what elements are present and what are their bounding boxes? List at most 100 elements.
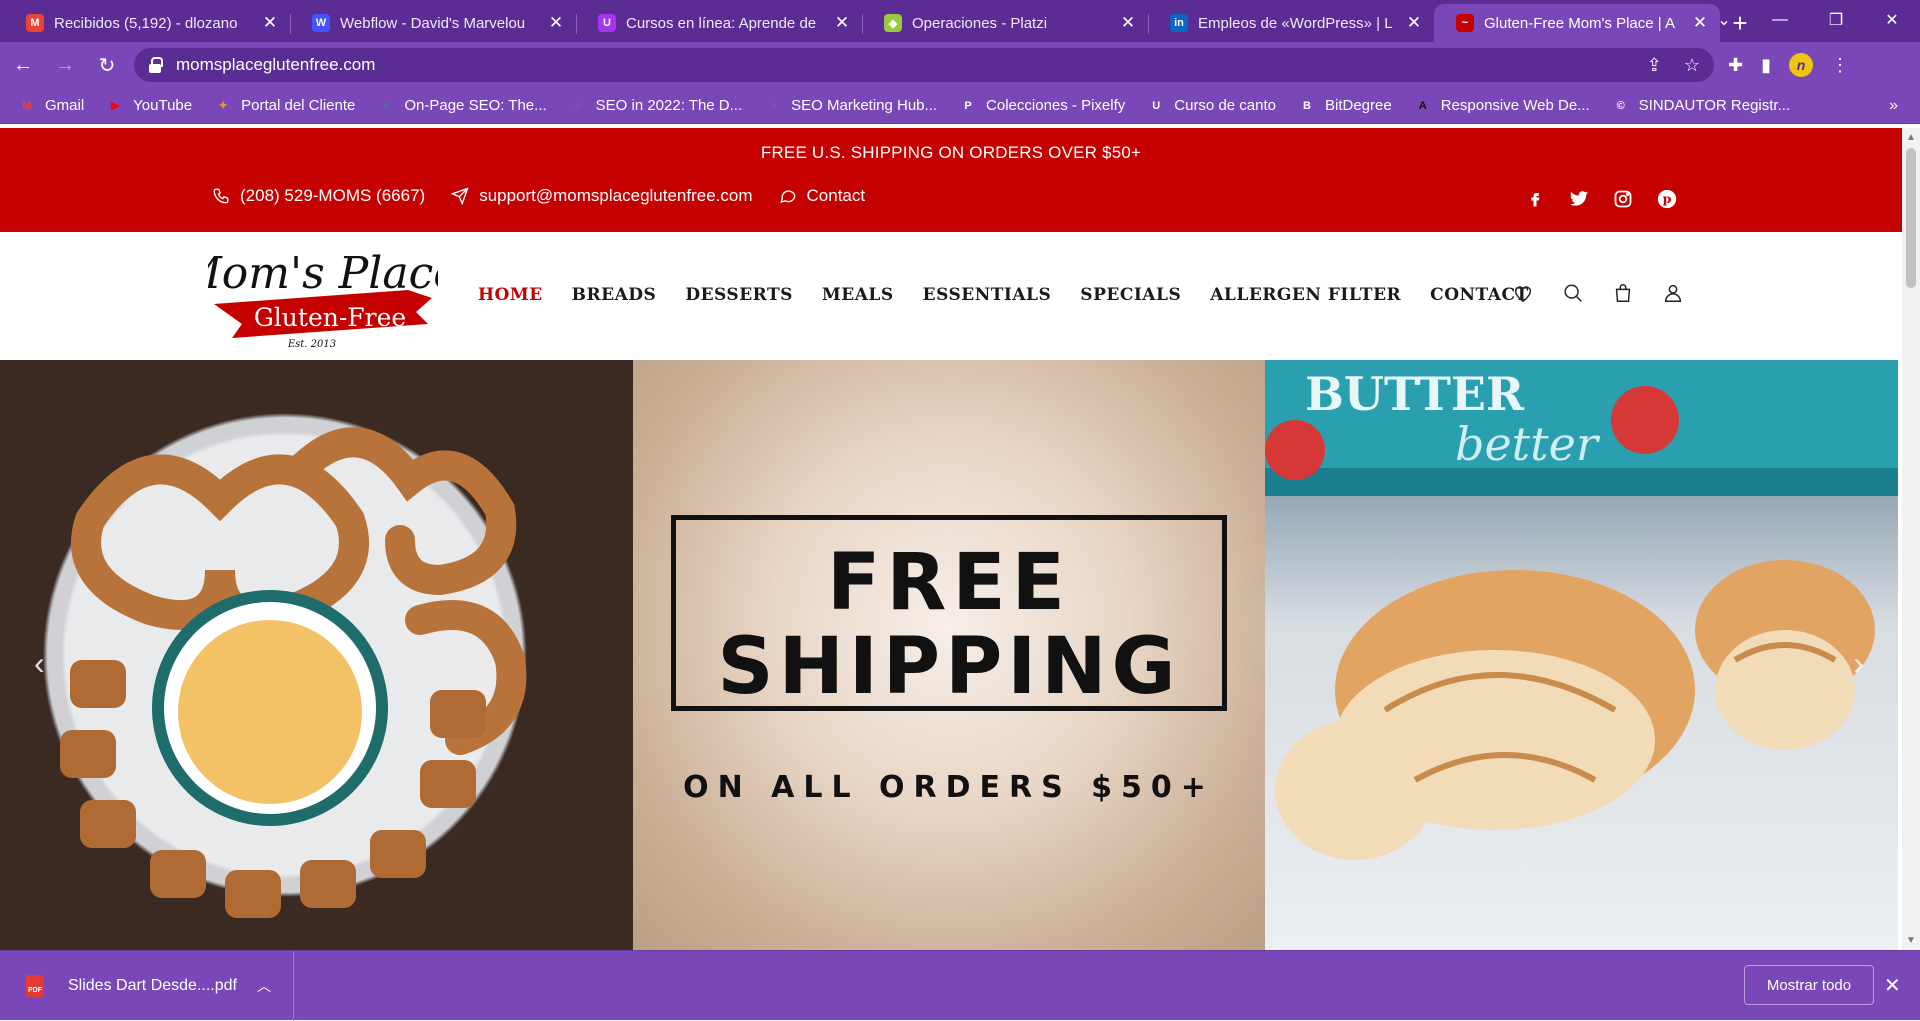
scroll-up-icon[interactable]: ▲ — [1902, 132, 1920, 143]
downloads-bar: PDF Slides Dart Desde....pdf ︿ Mostrar t… — [0, 950, 1920, 1021]
udemy-icon: U — [1152, 99, 1161, 112]
bookmark-item[interactable]: ○ On-Page SEO: The... — [377, 97, 547, 115]
tab-close-icon[interactable]: ✕ — [1404, 13, 1424, 33]
contact-label: Contact — [806, 186, 866, 205]
wishlist-heart-icon[interactable] — [1512, 282, 1534, 304]
nav-item-home[interactable]: HOME — [478, 285, 543, 305]
pinterest-icon[interactable]: p — [1656, 188, 1678, 210]
share-icon[interactable]: ⇪ — [1647, 55, 1662, 76]
download-filename: Slides Dart Desde....pdf — [68, 976, 237, 994]
bookmark-item[interactable]: P Colecciones - Pixelfy — [959, 97, 1125, 115]
platzi-icon: ◆ — [884, 14, 902, 32]
phone-link[interactable]: (208) 529-MOMS (6667) — [212, 186, 425, 206]
svg-text:p: p — [1663, 191, 1672, 206]
search-icon[interactable] — [1562, 282, 1584, 304]
carousel-prev-arrow[interactable]: ‹ — [34, 645, 45, 682]
phone-number: (208) 529-MOMS (6667) — [240, 186, 426, 205]
carousel-next-arrow[interactable]: › — [1853, 645, 1864, 682]
pdf-file-icon: PDF — [26, 974, 44, 997]
bookmark-item[interactable]: B BitDegree — [1298, 97, 1392, 115]
nav-item-meals[interactable]: MEALS — [822, 285, 894, 305]
download-item[interactable]: PDF Slides Dart Desde....pdf ︿ — [0, 950, 294, 1021]
bookmark-label: SINDAUTOR Registr... — [1638, 97, 1791, 114]
forward-button[interactable]: → — [46, 46, 84, 84]
extensions-puzzle-icon[interactable]: ✚ — [1728, 55, 1743, 76]
bookmark-label: YouTube — [133, 97, 193, 114]
bookmark-item[interactable]: ✦ Portal del Cliente — [214, 97, 356, 115]
chrome-menu-icon[interactable]: ⋮ — [1831, 55, 1849, 76]
free-shipping-slide[interactable]: FREE SHIPPING ON ALL ORDERS $50+ — [633, 360, 1265, 950]
tab-close-icon[interactable]: ✕ — [260, 13, 280, 33]
bookmark-item[interactable]: ▶ YouTube — [106, 97, 192, 115]
show-all-downloads-button[interactable]: Mostrar todo — [1744, 965, 1874, 1005]
lock-icon[interactable] — [148, 57, 163, 73]
site-logo[interactable]: Mom's Place Gluten-Free Est. 2013 — [176, 246, 460, 352]
url-text: momsplaceglutenfree.com — [176, 55, 376, 74]
side-panel-icon[interactable]: ▮ — [1761, 55, 1771, 76]
url-bar[interactable]: momsplaceglutenfree.com ⇪ ☆ — [134, 48, 1714, 82]
back-button[interactable]: ← — [4, 46, 42, 84]
nav-item-breads[interactable]: BREADS — [572, 285, 657, 305]
minimize-button[interactable]: — — [1752, 0, 1808, 40]
bookmark-label: Gmail — [45, 97, 85, 114]
browser-tab[interactable]: ~ Gluten-Free Mom's Place | A ✕ — [1434, 4, 1720, 42]
bookmark-item[interactable]: © SINDAUTOR Registr... — [1612, 97, 1790, 115]
youtube-icon: ▶ — [110, 100, 120, 112]
email-link[interactable]: support@momsplaceglutenfree.com — [451, 186, 753, 206]
bookmarks-bar: M Gmail ▶ YouTube ✦ Portal del Cliente ○ On-Pag… — [0, 88, 1920, 124]
instagram-icon[interactable] — [1612, 188, 1634, 210]
facebook-icon[interactable] — [1524, 188, 1546, 210]
shopping-bag-icon[interactable] — [1612, 282, 1634, 304]
logo-est: Est. 2013 — [287, 339, 336, 350]
scrollbar-thumb[interactable] — [1906, 148, 1916, 288]
restore-button[interactable]: ❐ — [1808, 0, 1864, 40]
bookmark-item[interactable]: U Curso de canto — [1147, 97, 1276, 115]
nav-item-specials[interactable]: SPECIALS — [1080, 285, 1181, 305]
browser-tab[interactable]: ◆ Operaciones - Platzi ✕ — [862, 4, 1148, 42]
email-address: support@momsplaceglutenfree.com — [479, 186, 753, 205]
bookmarks-overflow-icon[interactable]: » — [1889, 97, 1898, 115]
seo-icon: ○ — [574, 99, 581, 112]
nav-item-essentials[interactable]: ESSENTIALS — [923, 285, 1052, 305]
bookmark-item[interactable]: M Gmail — [18, 97, 84, 115]
window-controls: ⌄ — ❐ ✕ — [1696, 0, 1920, 40]
seo-icon: ○ — [383, 99, 390, 112]
shipping-notice: FREE U.S. SHIPPING ON ORDERS OVER $50+ — [760, 143, 1142, 162]
reload-button[interactable]: ↻ — [88, 46, 126, 84]
chevron-up-icon[interactable]: ︿ — [257, 976, 271, 996]
seo-icon: ○ — [769, 99, 777, 112]
logo-banner-text: Gluten-Free — [254, 303, 406, 332]
tab-title: Cursos en línea: Aprende de — [626, 14, 817, 32]
sindautor-icon: © — [1616, 99, 1625, 112]
bookmark-label: Curso de canto — [1174, 97, 1276, 114]
tab-close-icon[interactable]: ✕ — [546, 13, 566, 33]
scroll-down-icon[interactable]: ▼ — [1902, 935, 1920, 946]
tab-search-icon[interactable]: ⌄ — [1696, 0, 1752, 40]
account-user-icon[interactable] — [1662, 282, 1684, 304]
nav-item-allergen-filter[interactable]: ALLERGEN FILTER — [1210, 285, 1401, 305]
browser-tab[interactable]: M Recibidos (5,192) - dlozano ✕ — [4, 4, 290, 42]
bookmark-star-icon[interactable]: ☆ — [1684, 55, 1700, 76]
bookmark-item[interactable]: ○ SEO in 2022: The D... — [569, 97, 742, 115]
bookmark-label: Colecciones - Pixelfy — [986, 97, 1126, 114]
webflow-icon: W — [312, 14, 330, 32]
bookmark-item[interactable]: A Responsive Web De... — [1414, 97, 1590, 115]
tab-close-icon[interactable]: ✕ — [832, 13, 852, 33]
pixelfy-icon: P — [964, 99, 972, 112]
header-icons — [1512, 282, 1684, 304]
browser-tab[interactable]: W Webflow - David's Marvelou ✕ — [290, 4, 576, 42]
browser-tab[interactable]: in Empleos de «WordPress» | L ✕ — [1148, 4, 1434, 42]
crescent-rolls-slide-image[interactable]: BUTTER better › — [1265, 360, 1898, 950]
twitter-icon[interactable] — [1568, 188, 1590, 210]
close-downloads-icon[interactable]: ✕ — [1884, 973, 1901, 998]
contact-link[interactable]: Contact — [779, 186, 866, 206]
tab-close-icon[interactable]: ✕ — [1118, 13, 1138, 33]
close-window-button[interactable]: ✕ — [1864, 0, 1920, 40]
bookmark-item[interactable]: ○ SEO Marketing Hub... — [764, 97, 937, 115]
profile-avatar[interactable]: n — [1789, 53, 1813, 77]
page-scrollbar[interactable]: ▲ ▼ — [1902, 128, 1920, 950]
pretzel-slide-image[interactable]: ‹ — [0, 360, 633, 950]
phone-icon — [213, 188, 229, 204]
browser-tab[interactable]: U Cursos en línea: Aprende de ✕ — [576, 4, 862, 42]
nav-item-desserts[interactable]: DESSERTS — [685, 285, 793, 305]
